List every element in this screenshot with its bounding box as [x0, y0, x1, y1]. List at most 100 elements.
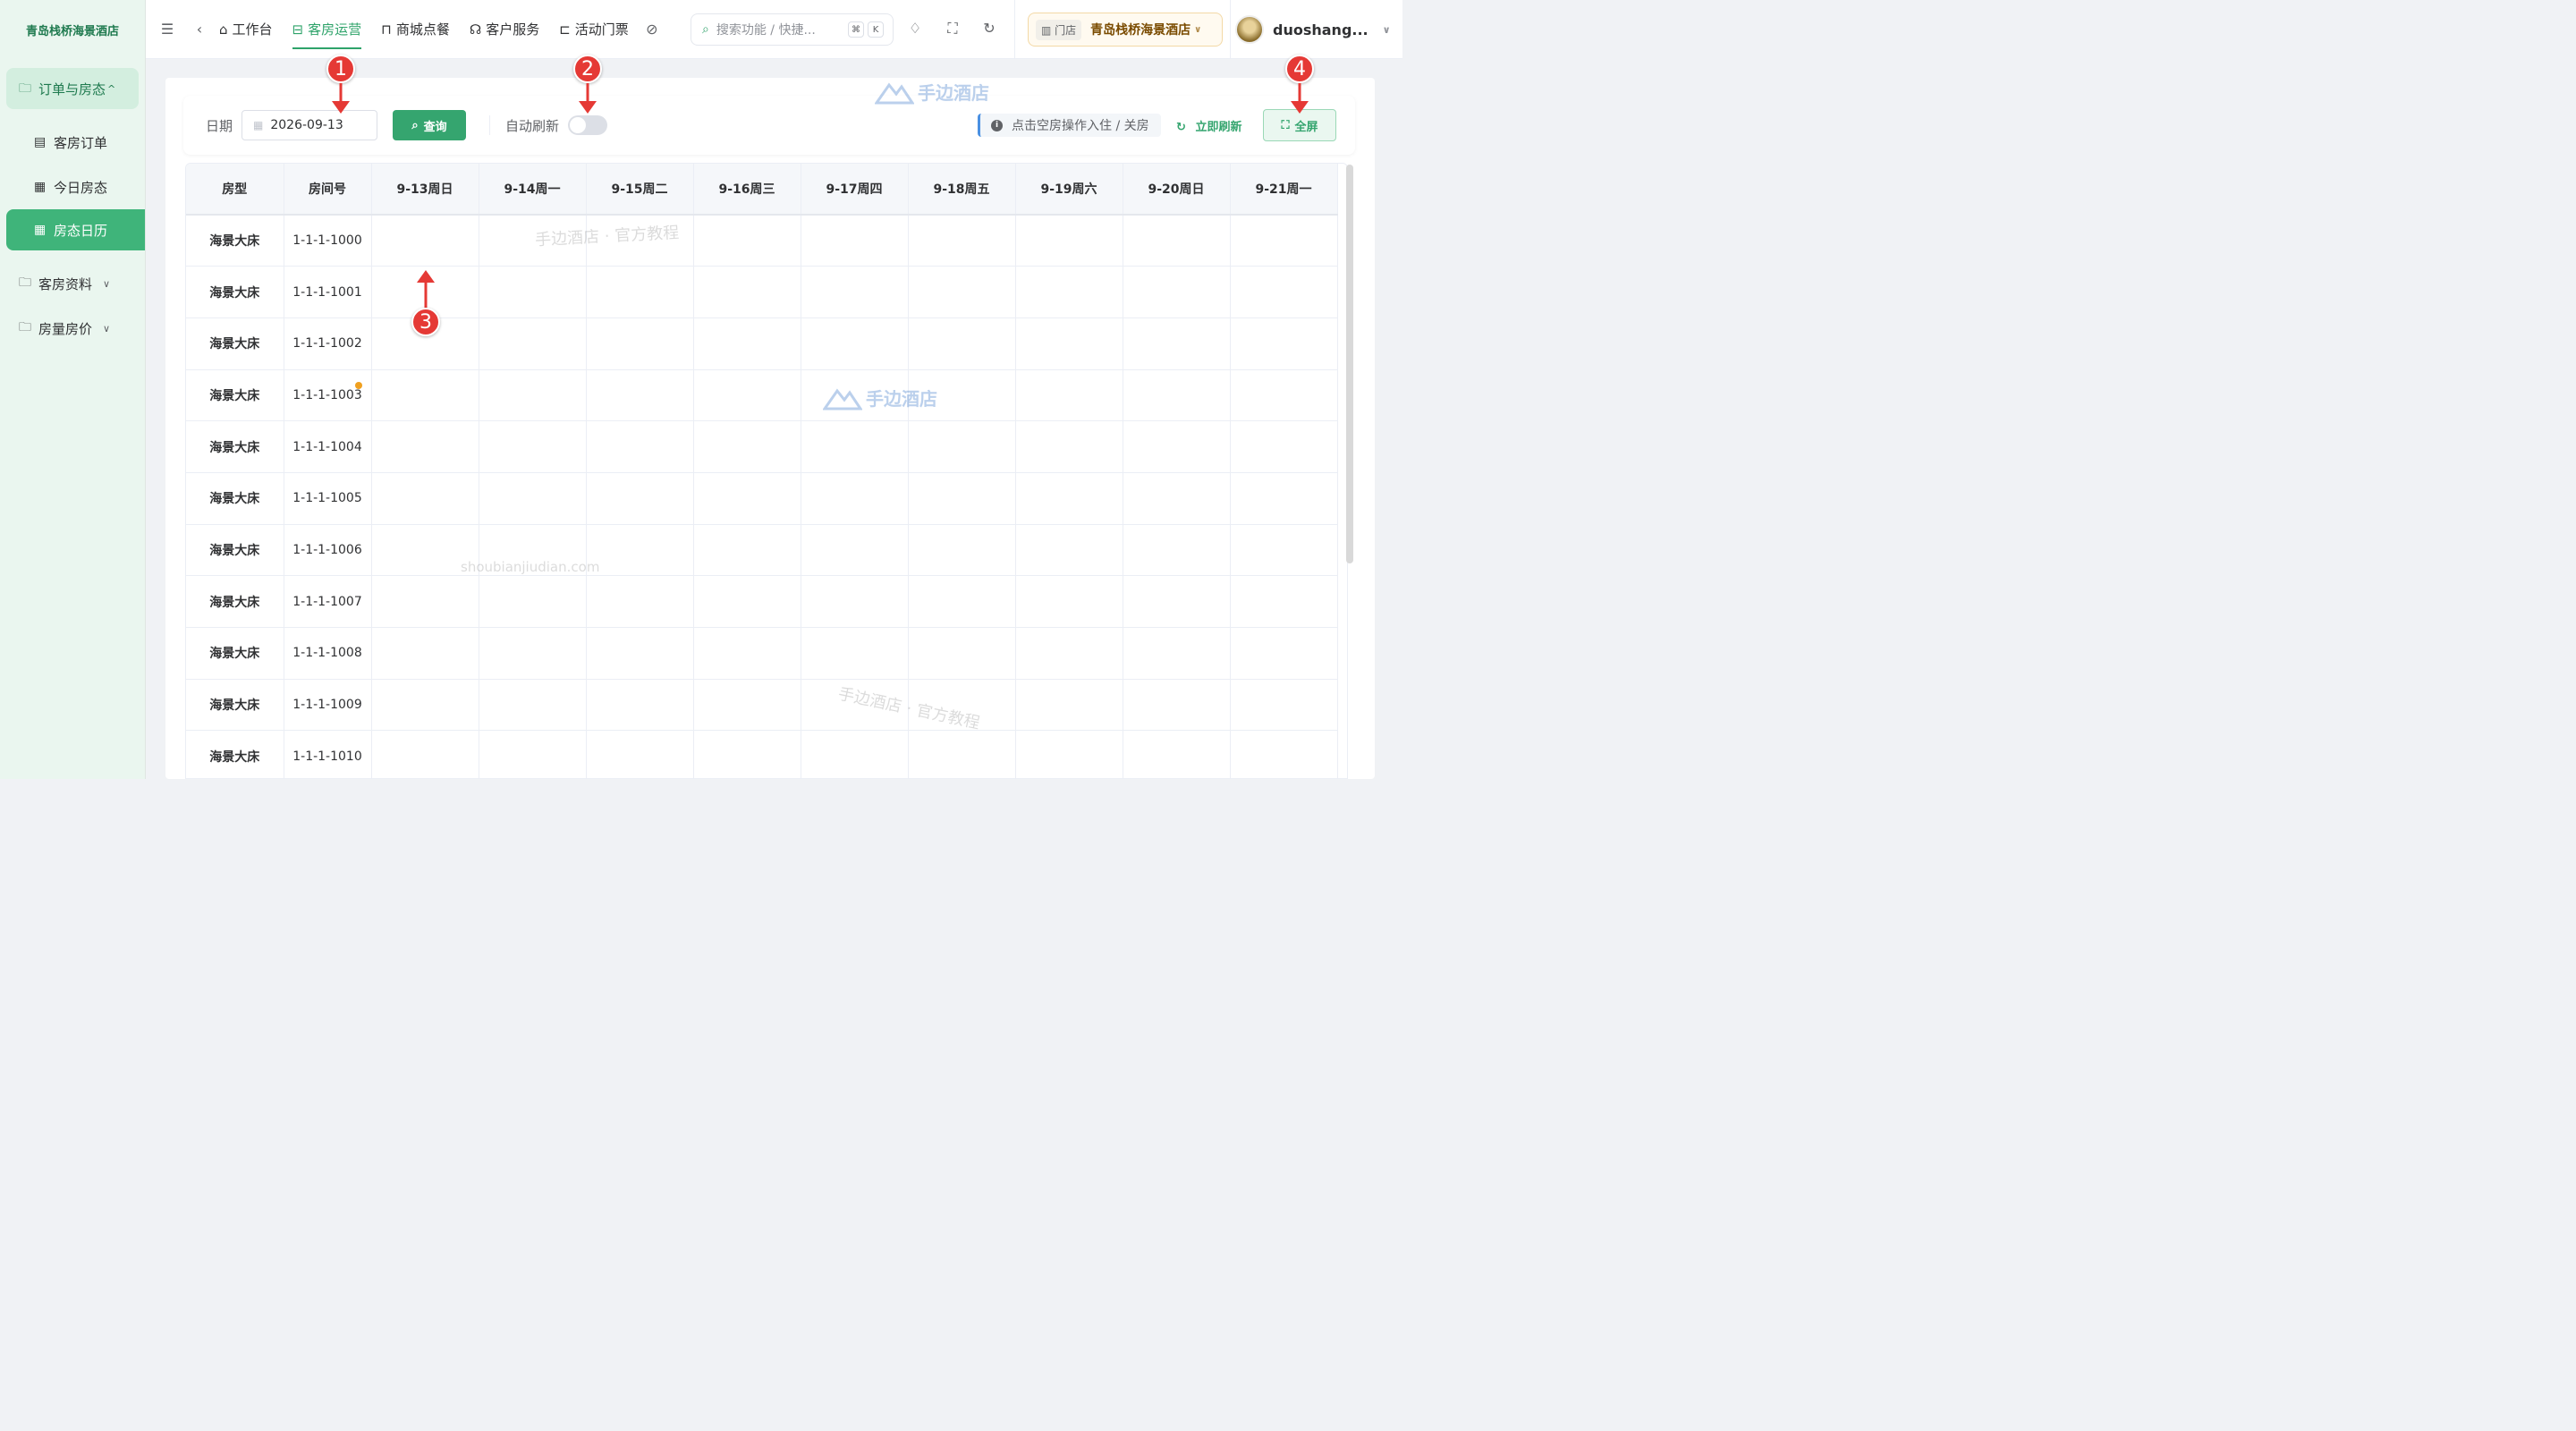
room-day-cell[interactable]	[371, 215, 479, 267]
room-day-cell[interactable]	[586, 524, 694, 577]
room-day-cell[interactable]	[908, 679, 1016, 732]
room-day-cell[interactable]	[371, 420, 479, 473]
room-day-cell[interactable]	[1123, 215, 1231, 267]
sidebar-item-today-status[interactable]: ▦ 今日房态	[0, 165, 145, 209]
tab-mall[interactable]: ⊓ 商城点餐	[381, 0, 450, 59]
fullscreen-icon[interactable]: ⛶	[942, 20, 963, 38]
room-day-cell[interactable]	[693, 369, 801, 422]
room-day-cell[interactable]	[586, 266, 694, 318]
room-day-cell[interactable]	[479, 627, 587, 680]
room-day-cell[interactable]	[479, 266, 587, 318]
room-day-cell[interactable]	[586, 215, 694, 267]
room-day-cell[interactable]	[693, 318, 801, 370]
more-tabs-icon[interactable]: ⊘	[641, 21, 663, 38]
collapse-menu-icon[interactable]: ☰	[157, 21, 178, 38]
user-menu[interactable]: duoshang... ∨	[1235, 13, 1391, 47]
room-day-cell[interactable]	[908, 730, 1016, 778]
sidebar-item-status-calendar[interactable]: ▦ 房态日历	[6, 209, 145, 250]
tab-workbench[interactable]: ⌂ 工作台	[219, 0, 273, 59]
room-day-cell[interactable]	[1015, 215, 1123, 267]
room-day-cell[interactable]	[586, 472, 694, 525]
room-day-cell[interactable]	[693, 679, 801, 732]
room-day-cell[interactable]	[586, 420, 694, 473]
room-day-cell[interactable]	[1015, 420, 1123, 473]
room-day-cell[interactable]	[693, 575, 801, 628]
room-day-cell[interactable]	[801, 679, 909, 732]
room-day-cell[interactable]	[479, 369, 587, 422]
room-day-cell[interactable]	[1123, 369, 1231, 422]
back-icon[interactable]: ‹	[189, 21, 210, 38]
room-day-cell[interactable]	[479, 215, 587, 267]
room-day-cell[interactable]	[1015, 730, 1123, 778]
room-day-cell[interactable]	[479, 472, 587, 525]
room-day-cell[interactable]	[371, 524, 479, 577]
date-picker[interactable]: ▦ 2026-09-13	[242, 110, 378, 140]
room-day-cell[interactable]	[801, 575, 909, 628]
room-day-cell[interactable]	[371, 627, 479, 680]
room-day-cell[interactable]	[1230, 420, 1338, 473]
room-day-cell[interactable]	[1123, 472, 1231, 525]
room-day-cell[interactable]	[908, 575, 1016, 628]
room-day-cell[interactable]	[801, 318, 909, 370]
room-day-cell[interactable]	[693, 627, 801, 680]
room-day-cell[interactable]	[1015, 679, 1123, 732]
room-day-cell[interactable]	[371, 679, 479, 732]
auto-refresh-toggle[interactable]	[568, 115, 608, 135]
room-day-cell[interactable]	[371, 575, 479, 628]
room-day-cell[interactable]	[371, 472, 479, 525]
room-day-cell[interactable]	[693, 524, 801, 577]
room-day-cell[interactable]	[479, 524, 587, 577]
room-day-cell[interactable]	[586, 318, 694, 370]
menu-room-info[interactable]: 🗀 客房资料 ∨	[0, 261, 145, 306]
room-day-cell[interactable]	[1230, 575, 1338, 628]
room-day-cell[interactable]	[1230, 524, 1338, 577]
query-button[interactable]: ⌕ 查询	[393, 110, 467, 140]
room-day-cell[interactable]	[1230, 627, 1338, 680]
room-day-cell[interactable]	[1123, 266, 1231, 318]
room-day-cell[interactable]	[908, 266, 1016, 318]
room-day-cell[interactable]	[1015, 575, 1123, 628]
room-day-cell[interactable]	[1230, 369, 1338, 422]
room-day-cell[interactable]	[801, 369, 909, 422]
room-day-cell[interactable]	[1123, 575, 1231, 628]
room-day-cell[interactable]	[479, 420, 587, 473]
room-day-cell[interactable]	[1230, 472, 1338, 525]
room-day-cell[interactable]	[801, 524, 909, 577]
room-day-cell[interactable]	[908, 472, 1016, 525]
room-day-cell[interactable]	[479, 575, 587, 628]
room-day-cell[interactable]	[479, 730, 587, 778]
room-day-cell[interactable]	[586, 369, 694, 422]
room-day-cell[interactable]	[586, 679, 694, 732]
room-day-cell[interactable]	[479, 679, 587, 732]
room-day-cell[interactable]	[908, 627, 1016, 680]
room-day-cell[interactable]	[1015, 266, 1123, 318]
room-day-cell[interactable]	[693, 472, 801, 525]
room-day-cell[interactable]	[371, 369, 479, 422]
room-day-cell[interactable]	[693, 266, 801, 318]
room-day-cell[interactable]	[1015, 627, 1123, 680]
room-day-cell[interactable]	[908, 215, 1016, 267]
refresh-icon[interactable]: ↻	[979, 20, 1000, 37]
room-day-cell[interactable]	[371, 730, 479, 778]
room-day-cell[interactable]	[1230, 266, 1338, 318]
room-day-cell[interactable]	[1015, 369, 1123, 422]
room-day-cell[interactable]	[693, 215, 801, 267]
room-day-cell[interactable]	[693, 730, 801, 778]
room-day-cell[interactable]	[1123, 318, 1231, 370]
room-day-cell[interactable]	[1230, 215, 1338, 267]
room-day-cell[interactable]	[1123, 524, 1231, 577]
menu-room-price[interactable]: 🗀 房量房价 ∨	[0, 306, 145, 351]
room-day-cell[interactable]	[1015, 318, 1123, 370]
room-day-cell[interactable]	[908, 318, 1016, 370]
search-box[interactable]: ⌕ 搜索功能 / 快捷... ⌘ K	[691, 13, 894, 46]
room-day-cell[interactable]	[586, 730, 694, 778]
tab-room-operations[interactable]: ⊟ 客房运营	[292, 0, 361, 59]
room-day-cell[interactable]	[801, 627, 909, 680]
room-day-cell[interactable]	[693, 420, 801, 473]
room-day-cell[interactable]	[1015, 472, 1123, 525]
room-day-cell[interactable]	[1123, 627, 1231, 680]
room-day-cell[interactable]	[1123, 679, 1231, 732]
tab-customer-service[interactable]: ☊ 客户服务	[470, 0, 539, 59]
refresh-now-button[interactable]: ↻ 立即刷新	[1176, 117, 1241, 134]
vertical-scrollbar[interactable]	[1346, 165, 1353, 563]
